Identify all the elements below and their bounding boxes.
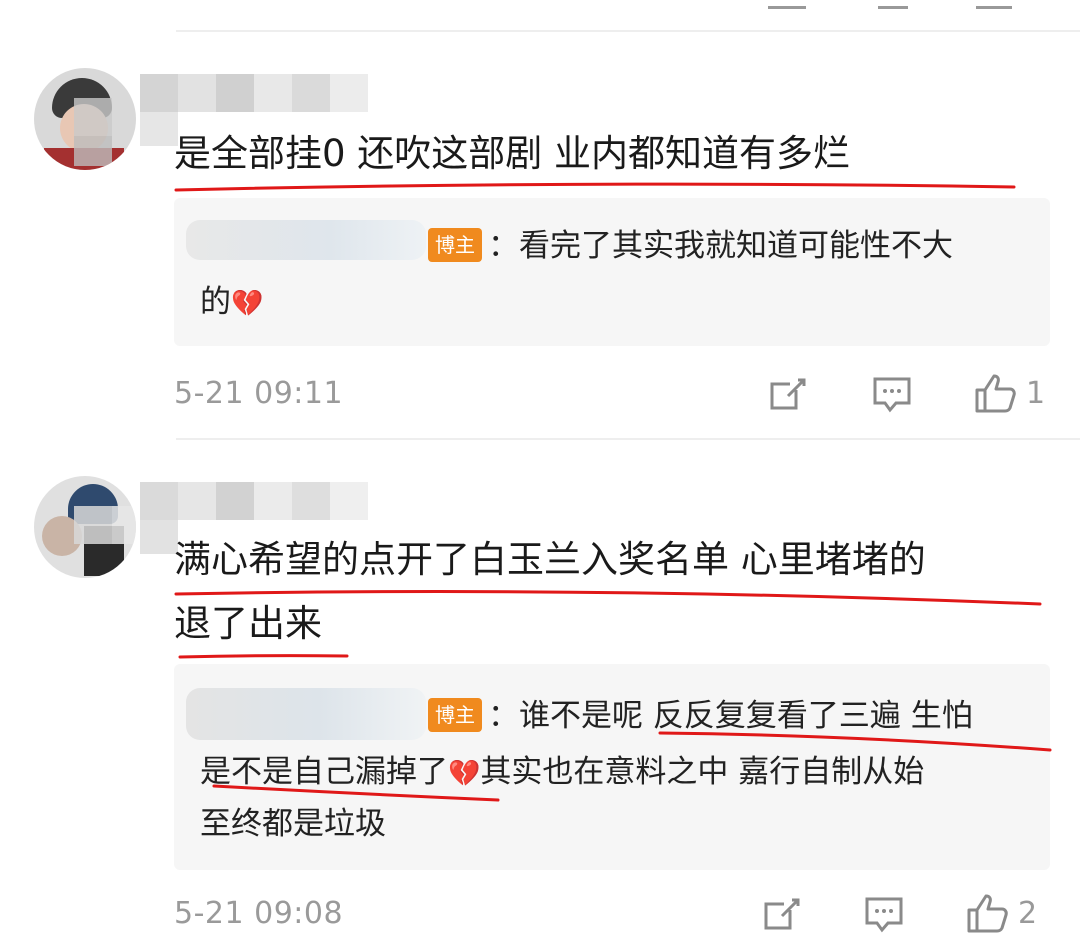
like-count: 2 xyxy=(1018,895,1038,931)
comment-text: 是全部挂0 还吹这部剧 业内都知道有多烂 xyxy=(174,132,851,175)
avatar[interactable] xyxy=(34,68,136,170)
prev-comment-icon[interactable] xyxy=(878,0,908,9)
comment-icon xyxy=(865,897,903,933)
comment-text-line-2: 退了出来 xyxy=(174,602,322,645)
reply-text-2b: 其实也在意料之中 嘉行自制从始 xyxy=(480,754,925,790)
author-badge: 博主 xyxy=(428,228,482,262)
comment-time: 5-21 09:11 xyxy=(174,376,344,411)
broken-heart-icon: 💔 xyxy=(448,759,481,789)
reply-text-2a: 是不是自己漏掉了 xyxy=(200,754,448,790)
underline-comment-2-line-2 xyxy=(178,654,349,659)
reply-text-1: ：谁不是呢 反反复复看了三遍 生怕 xyxy=(488,698,973,734)
underline-comment-1 xyxy=(174,182,1016,192)
like-count: 1 xyxy=(1026,375,1046,411)
avatar[interactable] xyxy=(34,476,136,578)
reply-text-2: 的 xyxy=(200,284,231,320)
reply-username-blur xyxy=(186,688,426,740)
reply-line-3: 至终都是垃圾 xyxy=(200,798,386,850)
share-button[interactable] xyxy=(762,896,802,932)
divider xyxy=(176,30,1080,32)
share-icon xyxy=(764,898,800,930)
reply-line-2: 是不是自己漏掉了💔其实也在意料之中 嘉行自制从始 xyxy=(200,746,924,800)
reply-username-blur xyxy=(186,220,426,260)
username-mosaic-row2 xyxy=(140,520,178,554)
reply-text-3: 至终都是垃圾 xyxy=(200,806,386,842)
reply-line-2: 的💔 xyxy=(200,276,263,330)
share-icon xyxy=(770,378,806,410)
comment-time: 5-21 09:08 xyxy=(174,896,344,931)
divider xyxy=(176,438,1080,440)
like-button[interactable]: 2 xyxy=(966,892,1037,934)
prev-like-icon[interactable] xyxy=(976,0,1012,9)
comment-button[interactable] xyxy=(864,896,904,934)
like-button[interactable]: 1 xyxy=(974,372,1045,414)
comment-button[interactable] xyxy=(872,376,912,414)
reply-line-1: 博主 ：谁不是呢 反反复复看了三遍 生怕 xyxy=(428,690,973,742)
broken-heart-icon: 💔 xyxy=(231,289,264,319)
comment-icon xyxy=(873,377,911,413)
username-mosaic[interactable] xyxy=(140,74,368,112)
username-mosaic-row2 xyxy=(140,112,178,146)
reply-line-1: 博主 ：看完了其实我就知道可能性不大 xyxy=(428,220,953,272)
like-icon xyxy=(975,374,1016,413)
author-badge: 博主 xyxy=(428,698,482,732)
comment-text-line-1: 满心希望的点开了白玉兰入奖名单 心里堵堵的 xyxy=(174,538,926,581)
prev-share-icon[interactable] xyxy=(768,0,806,9)
username-mosaic[interactable] xyxy=(140,482,368,520)
reply-box[interactable]: 博主 ：谁不是呢 反反复复看了三遍 生怕 是不是自己漏掉了💔其实也在意料之中 嘉行… xyxy=(174,664,1050,870)
reply-box[interactable]: 博主 ：看完了其实我就知道可能性不大 的💔 xyxy=(174,198,1050,346)
share-button[interactable] xyxy=(768,376,808,412)
like-icon xyxy=(967,894,1008,933)
reply-text-1: ：看完了其实我就知道可能性不大 xyxy=(488,228,953,264)
